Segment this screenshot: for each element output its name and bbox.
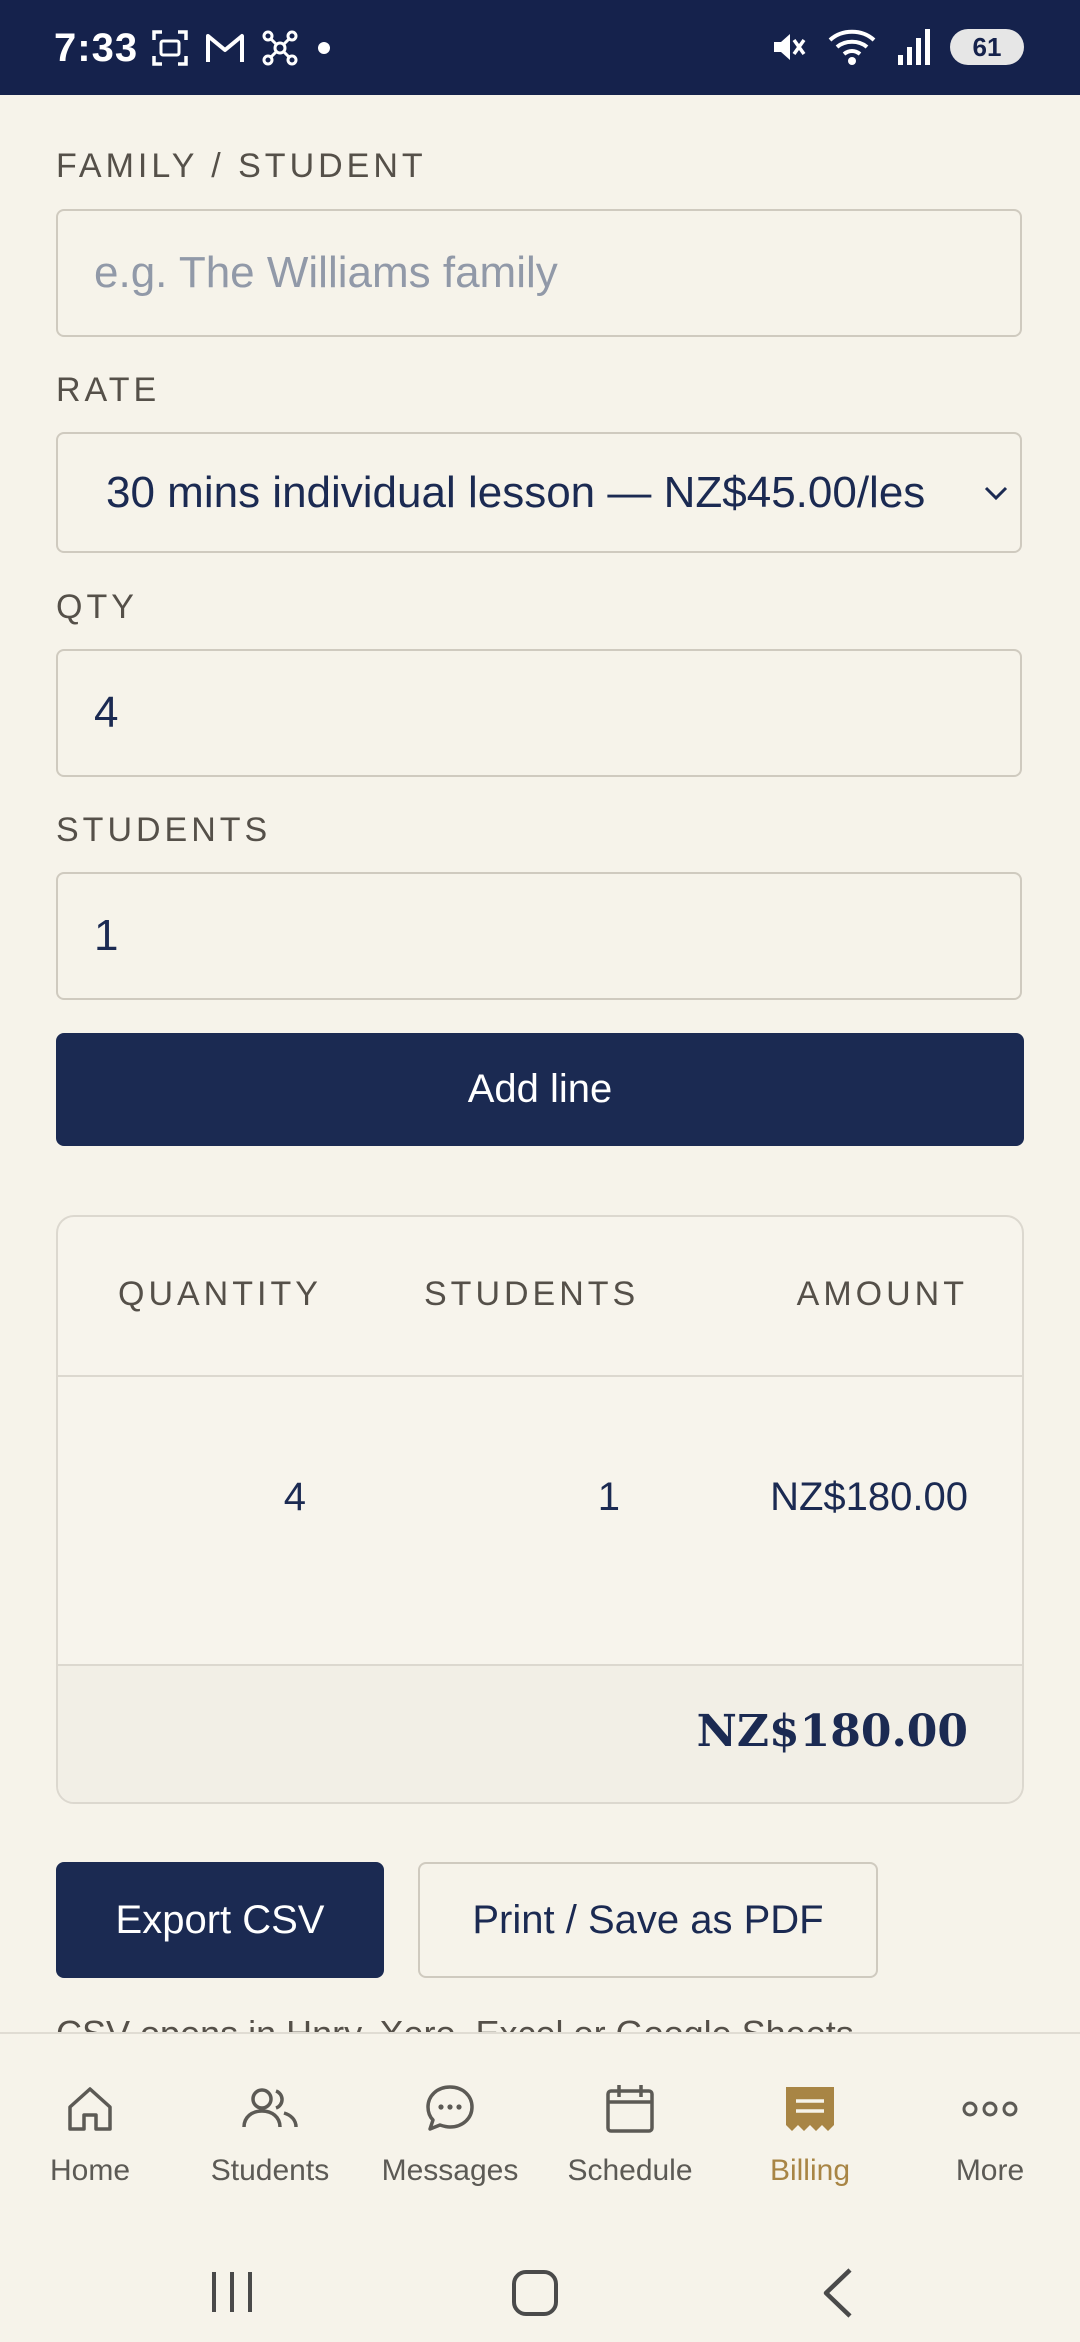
status-time: 7:33 (54, 26, 139, 70)
nav-label-billing: Billing (769, 2154, 851, 2187)
nav-item-students[interactable]: Students (180, 2074, 360, 2188)
nav-item-more[interactable]: More (900, 2074, 1080, 2188)
students-label: STUDENTS (56, 811, 272, 849)
nav-item-schedule[interactable]: Schedule (540, 2074, 720, 2188)
gmail-icon (206, 34, 244, 62)
nav-item-messages[interactable]: Messages (360, 2074, 540, 2188)
row-students: 1 (597, 1475, 620, 1519)
back-icon[interactable] (818, 2266, 858, 2320)
table-header: QUANTITY STUDENTS AMOUNT (58, 1217, 1022, 1377)
family-student-input[interactable]: e.g. The Williams family (56, 209, 1022, 337)
rate-selected-value: 30 mins individual lesson — NZ$45.00/les (106, 467, 926, 517)
nav-label-messages: Messages (381, 2154, 519, 2187)
mute-icon (774, 34, 806, 60)
nav-item-home[interactable]: Home (0, 2074, 180, 2188)
invoice-lines-table: QUANTITY STUDENTS AMOUNT 4 1 NZ$180.00 N… (56, 1215, 1024, 1804)
qty-value: 4 (94, 688, 119, 737)
column-header-amount: AMOUNT (796, 1275, 968, 1313)
nav-label-more: More (955, 2154, 1025, 2187)
nav-label-home: Home (49, 2154, 131, 2187)
nav-item-billing[interactable]: Billing (720, 2074, 900, 2188)
students-icon (242, 2088, 298, 2128)
rate-select[interactable]: 30 mins individual lesson — NZ$45.00/les (56, 432, 1022, 553)
total-amount: NZ$180.00 (696, 1706, 968, 1757)
calendar-icon (606, 2085, 654, 2133)
app-network-icon (262, 30, 298, 66)
family-student-label: FAMILY / STUDENT (56, 147, 427, 185)
home-icon (68, 2087, 112, 2131)
nav-label-schedule: Schedule (567, 2154, 693, 2187)
signal-icon (898, 29, 930, 65)
students-input[interactable]: 1 (56, 872, 1022, 1000)
print-save-pdf-button[interactable]: Print / Save as PDF (418, 1862, 878, 1978)
qty-input[interactable]: 4 (56, 649, 1022, 777)
row-amount: NZ$180.00 (770, 1475, 968, 1519)
column-header-students: STUDENTS (424, 1275, 640, 1313)
export-csv-button[interactable]: Export CSV (56, 1862, 384, 1978)
chevron-down-icon (984, 486, 1008, 500)
rate-label: RATE (56, 371, 161, 409)
screenshot-icon (152, 30, 188, 66)
column-header-quantity: QUANTITY (118, 1275, 322, 1313)
status-bar: 7:33 61 (0, 0, 1080, 95)
system-navigation-bar (0, 2200, 1080, 2340)
billing-form-content: FAMILY / STUDENT e.g. The Williams famil… (56, 95, 1024, 2032)
csv-note: CSV opens in Hnry, Xero, Excel or Google… (56, 2013, 854, 2032)
add-line-button[interactable]: Add line (56, 1033, 1024, 1146)
nav-label-students: Students (210, 2154, 330, 2187)
qty-label: QTY (56, 588, 138, 626)
billing-icon (786, 2087, 834, 2131)
family-student-placeholder: e.g. The Williams family (94, 248, 558, 297)
table-footer: NZ$180.00 (58, 1664, 1022, 1802)
wifi-icon (828, 29, 876, 65)
more-icon (962, 2101, 1018, 2117)
students-value: 1 (94, 911, 119, 960)
recent-apps-icon[interactable] (208, 2268, 256, 2316)
row-quantity: 4 (283, 1475, 306, 1519)
dot-icon (318, 42, 330, 54)
battery-indicator: 61 (950, 29, 1024, 65)
messages-icon (426, 2085, 474, 2131)
home-button-icon[interactable] (510, 2268, 560, 2318)
